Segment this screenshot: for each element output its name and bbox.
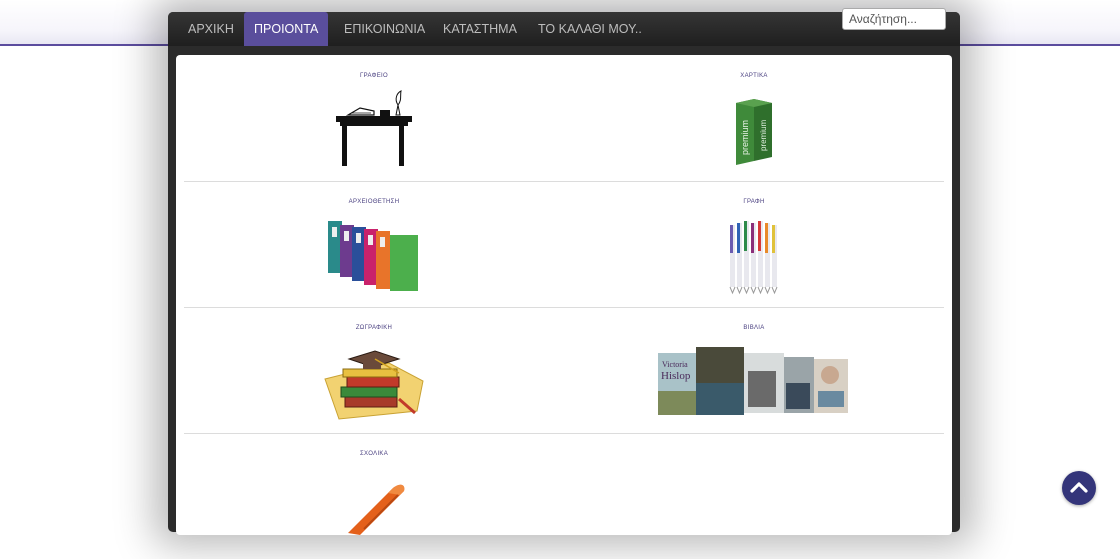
category-label: ΑΡΧΕΙΟΘΕΤΗΣΗ <box>348 199 400 205</box>
chevron-up-icon <box>1070 482 1088 493</box>
category-tile-drawing[interactable]: ΖΩΓΡΑΦΙΚΗ <box>184 307 564 433</box>
book-covers-icon: Victoria Hislop <box>658 347 848 415</box>
product-categories-grid: ΓΡΑΦΕΙΟ ΧΑΡΤΙΚΑ premium premium ΑΡΧΕΙΟΘΕ… <box>176 55 952 535</box>
category-label: ΓΡΑΦΗ <box>743 199 765 205</box>
category-tile-filing[interactable]: ΑΡΧΕΙΟΘΕΤΗΣΗ <box>184 181 564 307</box>
paper-ream-icon: premium premium <box>736 99 772 165</box>
category-label: ΣΧΟΛΙΚΑ <box>359 451 389 457</box>
category-tile-school[interactable]: ΣΧΟΛΙΚΑ <box>184 433 564 559</box>
paper-brand-text: premium <box>740 120 750 155</box>
main-navbar: ΑΡΧΙΚΗ ΠΡΟΙΟΝΤΑ ΕΠΙΚΟΙΝΩΝΙΑ ΚΑΤΑΣΤΗΜΑ ΤΟ… <box>168 8 960 46</box>
category-tile-office[interactable]: ΓΡΑΦΕΙΟ <box>184 55 564 181</box>
book-author-last: Hislop <box>661 370 691 382</box>
pen-icon <box>348 484 405 535</box>
pens-icon <box>729 221 778 295</box>
page-container: ΑΡΧΙΚΗ ΠΡΟΙΟΝΤΑ ΕΠΙΚΟΙΝΩΝΙΑ ΚΑΤΑΣΤΗΜΑ ΤΟ… <box>168 8 960 535</box>
nav-item-cart[interactable]: ΤΟ ΚΑΛΑΘΙ ΜΟΥ.. <box>528 12 652 46</box>
search-input[interactable] <box>842 8 946 30</box>
paper-brand-text: premium <box>759 120 768 151</box>
category-label: ΓΡΑΦΕΙΟ <box>360 73 388 79</box>
nav-item-store[interactable]: ΚΑΤΑΣΤΗΜΑ <box>433 12 527 46</box>
category-tile-books[interactable]: ΒΙΒΛΙΑ Victoria Hislop <box>564 307 944 433</box>
category-row: ΖΩΓΡΑΦΙΚΗ ΒΙΒΛΙΑ Victoria Hislop <box>184 307 944 434</box>
category-label: ΖΩΓΡΑΦΙΚΗ <box>355 325 393 331</box>
category-tile-empty <box>564 433 944 559</box>
category-row: ΓΡΑΦΕΙΟ ΧΑΡΤΙΚΑ premium premium <box>184 55 944 182</box>
desk-icon <box>336 90 412 166</box>
binders-icon <box>328 221 418 291</box>
scroll-to-top-button[interactable] <box>1062 471 1096 505</box>
category-row: ΣΧΟΛΙΚΑ <box>184 433 944 559</box>
category-tile-paper[interactable]: ΧΑΡΤΙΚΑ premium premium <box>564 55 944 181</box>
category-tile-writing[interactable]: ΓΡΑΦΗ <box>564 181 944 307</box>
nav-item-home[interactable]: ΑΡΧΙΚΗ <box>178 12 244 46</box>
category-label: ΒΙΒΛΙΑ <box>743 325 765 331</box>
nav-item-contact[interactable]: ΕΠΙΚΟΙΝΩΝΙΑ <box>334 12 435 46</box>
nav-item-products[interactable]: ΠΡΟΙΟΝΤΑ <box>244 12 329 46</box>
category-row: ΑΡΧΕΙΟΘΕΤΗΣΗ ΓΡΑΦΗ <box>184 181 944 308</box>
category-label: ΧΑΡΤΙΚΑ <box>740 73 768 79</box>
book-author-first: Victoria <box>662 360 688 369</box>
books-graduation-cap-icon <box>324 350 424 420</box>
